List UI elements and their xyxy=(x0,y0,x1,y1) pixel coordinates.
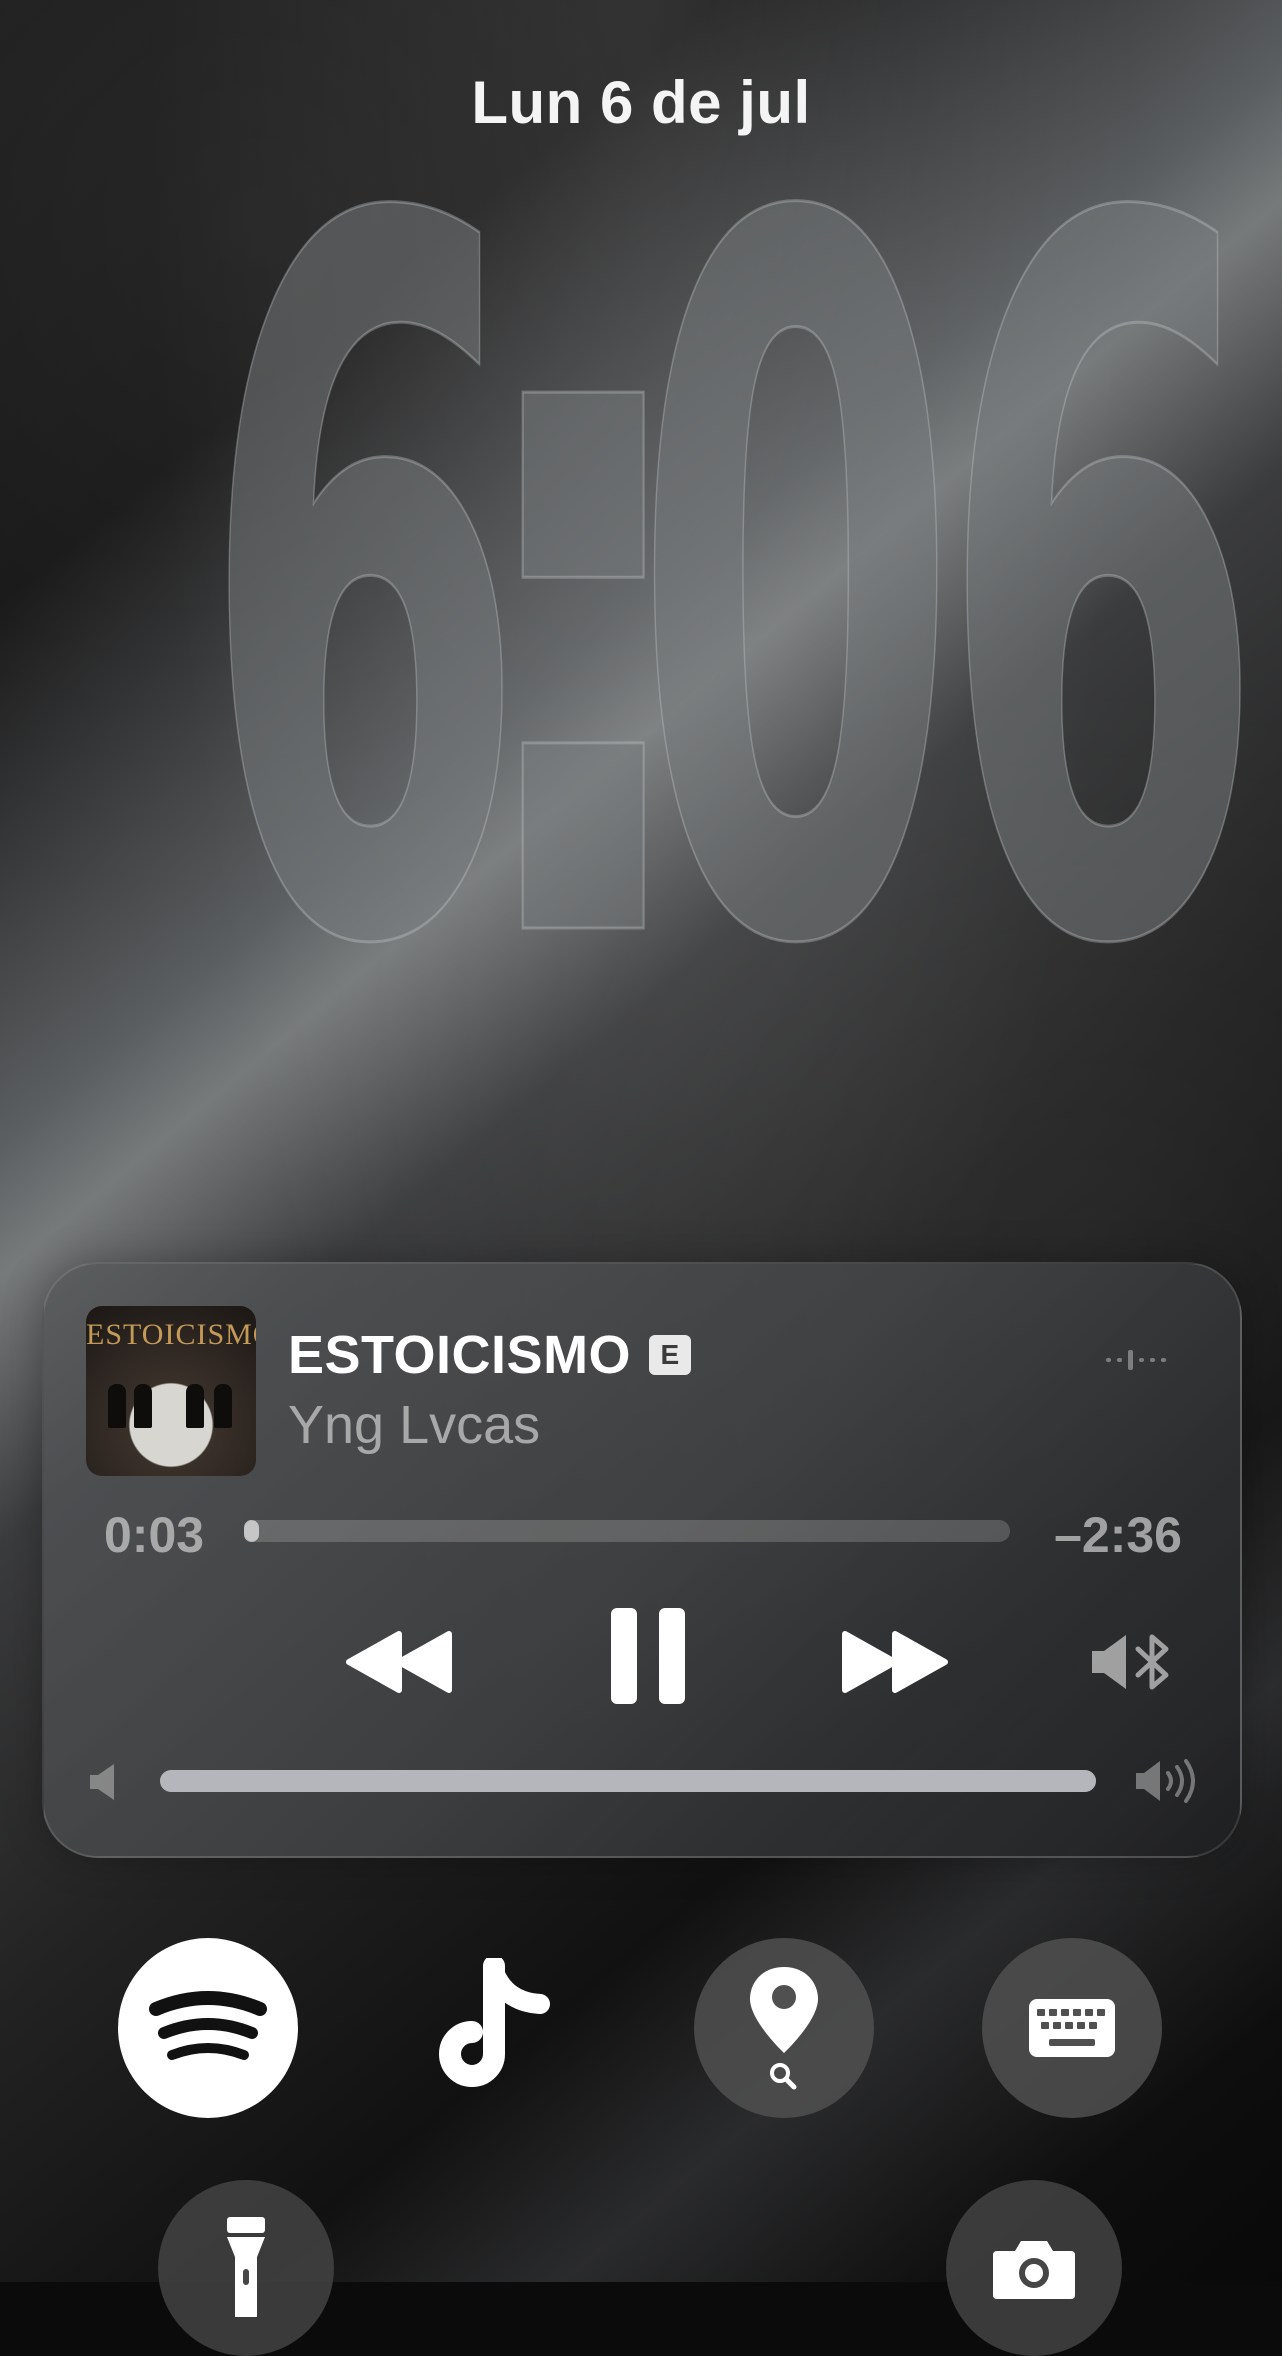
cover-figure xyxy=(108,1384,126,1428)
camera-icon xyxy=(993,2241,1075,2299)
pause-button[interactable] xyxy=(598,1596,698,1716)
fast-forward-button[interactable] xyxy=(834,1614,954,1710)
clock-separator: : xyxy=(445,19,721,1160)
keyboard-icon xyxy=(1029,1999,1115,2057)
pause-icon xyxy=(611,1608,685,1704)
clock-minute-ones: 6 xyxy=(937,19,1266,1160)
cover-figure xyxy=(214,1384,232,1428)
spotify-shortcut[interactable] xyxy=(118,1938,298,2118)
forward-icon xyxy=(842,1631,948,1693)
playback-scrubber[interactable] xyxy=(244,1520,1010,1542)
explicit-badge: E xyxy=(649,1335,692,1375)
camera-button[interactable] xyxy=(946,2180,1122,2356)
album-cover-title: ESTOICISMO xyxy=(86,1318,256,1351)
location-search-icon xyxy=(750,1967,818,2090)
speaker-bluetooth-icon xyxy=(1092,1634,1169,1690)
clock-minute-tens: 0 xyxy=(631,19,960,1160)
playback-progress-fill xyxy=(244,1520,260,1542)
song-title[interactable]: ESTOICISMO E xyxy=(288,1324,692,1386)
lockscreen-clock: 6 : 0 6 xyxy=(0,98,1282,1081)
volume-level-fill xyxy=(160,1770,1096,1792)
volume-low-icon xyxy=(90,1764,114,1800)
album-cover[interactable]: ESTOICISMO xyxy=(86,1306,256,1476)
backward-icon xyxy=(346,1631,452,1693)
volume-slider[interactable] xyxy=(160,1770,1096,1792)
cover-figure xyxy=(134,1384,152,1428)
elapsed-time: 0:03 xyxy=(104,1507,205,1563)
song-title-text: ESTOICISMO xyxy=(288,1325,632,1385)
remaining-time: –2:36 xyxy=(1054,1507,1182,1563)
rewind-button[interactable] xyxy=(340,1614,460,1710)
volume-high-icon xyxy=(1136,1759,1195,1803)
flashlight-button[interactable] xyxy=(158,2180,334,2356)
spotify-icon xyxy=(149,1991,267,2060)
tiktok-icon xyxy=(439,1958,550,2087)
clock-hour: 6 xyxy=(199,19,528,1160)
now-playing-widget[interactable]: ESTOICISMO ESTOICISMO E Yng Lvcas 0:03 –… xyxy=(42,1262,1242,1858)
find-my-shortcut[interactable] xyxy=(694,1938,874,2118)
flashlight-icon xyxy=(227,2217,265,2317)
artist-name[interactable]: Yng Lvcas xyxy=(288,1394,540,1456)
keyboard-shortcut[interactable] xyxy=(982,1938,1162,2118)
tiktok-shortcut[interactable] xyxy=(406,1938,586,2118)
cover-figure xyxy=(186,1384,204,1428)
waveform-icon xyxy=(1106,1350,1166,1370)
audio-output-button[interactable] xyxy=(1086,1624,1182,1700)
